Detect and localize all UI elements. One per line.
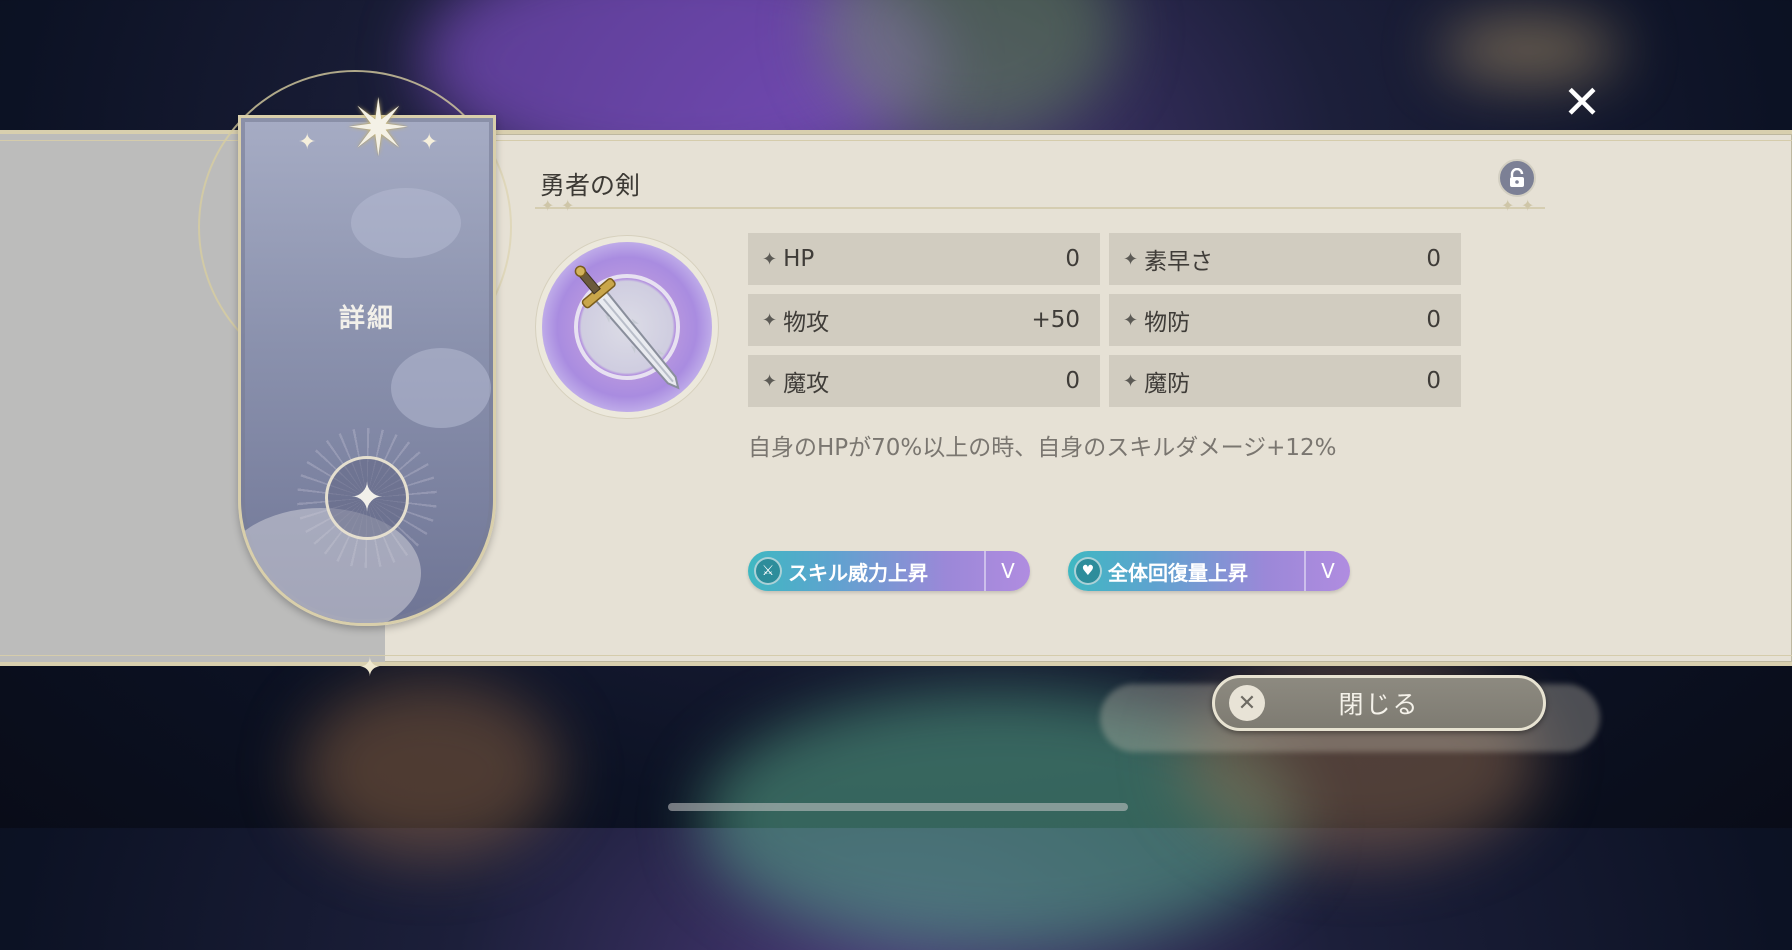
stat-speed: ✦ 素早さ 0 bbox=[1109, 233, 1461, 285]
tag-level: V bbox=[1321, 559, 1335, 583]
background-glow bbox=[300, 680, 560, 860]
sparkle-icon: ✦ bbox=[298, 130, 317, 155]
stat-magic-attack: ✦ 魔攻 0 bbox=[748, 355, 1100, 407]
skill-tag[interactable]: ⚔ スキル威力上昇 V bbox=[748, 551, 1030, 591]
stat-magic-defense: ✦ 魔防 0 bbox=[1109, 355, 1461, 407]
stat-bullet-icon: ✦ bbox=[762, 309, 778, 331]
stat-physical-defense: ✦ 物防 0 bbox=[1109, 294, 1461, 346]
divider-ornament: ✦ bbox=[1521, 196, 1535, 215]
tag-level: V bbox=[1001, 559, 1015, 583]
skill-tag[interactable]: ♥ 全体回復量上昇 V bbox=[1068, 551, 1350, 591]
side-card: 詳細 ✦ ✴ ✦ ✦ ✦ bbox=[190, 60, 520, 681]
sparkle-icon: ✦ bbox=[359, 653, 381, 683]
card-body: 詳細 ✦ bbox=[238, 115, 496, 626]
close-icon: ✕ bbox=[1229, 685, 1265, 721]
home-indicator[interactable] bbox=[668, 803, 1128, 811]
blurred-currency-display bbox=[1440, 20, 1620, 80]
close-button-label: 閉じる bbox=[1338, 690, 1420, 719]
four-point-star-icon: ✦ bbox=[350, 475, 384, 521]
sword-icon bbox=[574, 265, 680, 390]
stat-bullet-icon: ✦ bbox=[762, 370, 778, 392]
stat-bullet-icon: ✦ bbox=[1123, 248, 1139, 270]
close-icon[interactable]: ✕ bbox=[1560, 79, 1604, 125]
tag-label: スキル威力上昇 bbox=[788, 560, 928, 585]
cloud-decoration bbox=[351, 188, 461, 258]
item-description: 自身のHPが70%以上の時、自身のスキルダメージ+12% bbox=[748, 435, 1337, 461]
stat-label: 魔攻 bbox=[783, 371, 830, 397]
eight-point-star-icon: ✴ bbox=[346, 84, 412, 174]
stat-bullet-icon: ✦ bbox=[1123, 370, 1139, 392]
stat-label: 魔防 bbox=[1144, 371, 1191, 397]
panel-border-line bbox=[0, 655, 1792, 656]
sparkle-icon: ✦ bbox=[420, 130, 439, 155]
tag-label: 全体回復量上昇 bbox=[1108, 560, 1248, 585]
divider-ornament: ✦ bbox=[561, 196, 575, 215]
stat-value: 0 bbox=[1426, 246, 1441, 272]
stat-value: +50 bbox=[1031, 307, 1080, 333]
stat-physical-attack: ✦ 物攻 +50 bbox=[748, 294, 1100, 346]
stat-bullet-icon: ✦ bbox=[1123, 309, 1139, 331]
star-medallion: ✦ bbox=[325, 456, 409, 540]
cloud-decoration bbox=[391, 348, 491, 428]
card-title: 詳細 bbox=[338, 304, 395, 334]
divider-ornament: ✦ bbox=[541, 196, 555, 215]
stat-value: 0 bbox=[1065, 368, 1080, 394]
stat-hp: ✦ HP 0 bbox=[748, 233, 1100, 285]
heart-heal-icon: ♥ bbox=[1074, 557, 1102, 585]
title-divider bbox=[535, 207, 1545, 209]
stat-label: 物防 bbox=[1144, 310, 1191, 336]
stat-label: HP bbox=[783, 246, 815, 272]
close-button[interactable]: ✕ 閉じる bbox=[1212, 675, 1546, 731]
stat-bullet-icon: ✦ bbox=[762, 248, 778, 270]
sword-skill-icon: ⚔ bbox=[754, 557, 782, 585]
stat-value: 0 bbox=[1426, 368, 1441, 394]
stat-label: 物攻 bbox=[783, 310, 830, 336]
divider-ornament: ✦ bbox=[1501, 196, 1515, 215]
item-name: 勇者の剣 bbox=[540, 171, 641, 200]
stat-label: 素早さ bbox=[1144, 249, 1214, 275]
unlocked-padlock-icon[interactable] bbox=[1498, 159, 1536, 197]
stat-value: 0 bbox=[1426, 307, 1441, 333]
stat-value: 0 bbox=[1065, 246, 1080, 272]
